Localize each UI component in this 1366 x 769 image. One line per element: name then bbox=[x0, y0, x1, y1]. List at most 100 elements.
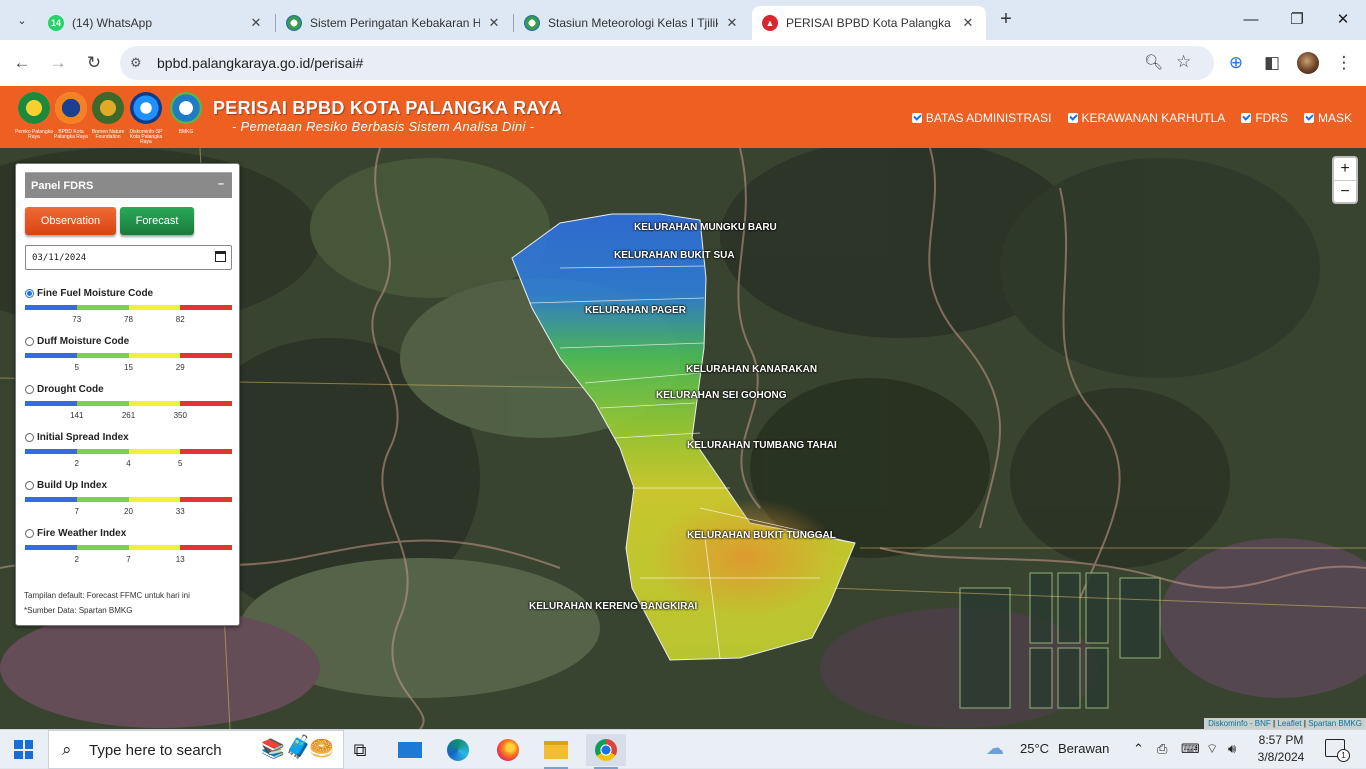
radio-icon[interactable] bbox=[25, 337, 34, 346]
checkbox-checked-icon[interactable] bbox=[1067, 113, 1078, 123]
index-option[interactable]: Fire Weather Index 2 7 13 bbox=[25, 528, 232, 572]
site-info-icon[interactable]: ⚙ bbox=[130, 55, 142, 71]
pemko-logo-icon bbox=[18, 92, 50, 124]
scale-tick-label: 33 bbox=[175, 507, 185, 516]
default-view-note: Tampilan default: Forecast FFMC untuk ha… bbox=[24, 591, 190, 600]
tab-search-chevron-icon[interactable]: ⌄ bbox=[8, 7, 36, 33]
edge-icon[interactable] bbox=[438, 734, 478, 766]
index-option[interactable]: Drought Code 141 261 350 bbox=[25, 384, 232, 428]
panel-header: Panel FDRS – bbox=[25, 172, 232, 198]
close-tab-icon[interactable]: ✕ bbox=[248, 15, 264, 31]
index-option[interactable]: Initial Spread Index 2 4 5 bbox=[25, 432, 232, 476]
volume-icon[interactable]: 🔊︎ bbox=[1228, 741, 1236, 757]
profile-avatar[interactable] bbox=[1297, 52, 1319, 74]
scale-segment bbox=[76, 545, 129, 550]
menu-kebab-icon[interactable]: ⋮ bbox=[1332, 51, 1356, 75]
zoom-magnifier-icon[interactable]: 🔍︎ bbox=[1144, 53, 1163, 71]
calendar-icon[interactable] bbox=[215, 251, 226, 262]
index-option[interactable]: Build Up Index 7 20 33 bbox=[25, 480, 232, 524]
radio-icon[interactable] bbox=[25, 385, 34, 394]
map-attribution: Diskominfo - BNF | Leaflet | Spartan BMK… bbox=[1204, 718, 1366, 729]
weather-description[interactable]: Berawan bbox=[1058, 741, 1109, 756]
index-label: Drought Code bbox=[37, 384, 104, 395]
checkbox-checked-icon[interactable] bbox=[1241, 113, 1252, 123]
forecast-button[interactable]: Forecast bbox=[120, 207, 194, 235]
language-icon[interactable]: ⌨ bbox=[1181, 741, 1200, 757]
scale-tick-label: 5 bbox=[74, 363, 79, 372]
show-hidden-icons-chevron-icon[interactable]: ⌃ bbox=[1133, 741, 1144, 757]
restore-window-icon[interactable]: ❐ bbox=[1274, 8, 1320, 32]
scale-tick-label: 20 bbox=[124, 507, 133, 516]
index-color-scale bbox=[25, 545, 232, 550]
reload-icon[interactable]: ↻ bbox=[82, 51, 106, 75]
close-tab-icon[interactable]: ✕ bbox=[960, 15, 976, 31]
fdrs-panel: Panel FDRS – Observation Forecast 03/11/… bbox=[15, 163, 240, 626]
layer-kerawanan-karhutla[interactable]: KERAWANAN KARHUTLA bbox=[1067, 111, 1226, 125]
partner-logos: Pemko Palangka Raya BPBD Kota Palangka R… bbox=[14, 90, 210, 145]
address-bar[interactable]: ⚙ bpbd.palangkaraya.go.id/perisai# 🔍︎ ☆ bbox=[120, 46, 1214, 80]
url-text[interactable]: bpbd.palangkaraya.go.id/perisai# bbox=[157, 55, 363, 71]
file-explorer-icon[interactable] bbox=[536, 734, 576, 769]
radio-icon[interactable] bbox=[25, 481, 34, 490]
windows-start-icon[interactable] bbox=[14, 740, 33, 759]
mail-icon[interactable] bbox=[390, 734, 430, 766]
tab-sipongi[interactable]: Sistem Peringatan Kebakaran H ✕ bbox=[276, 6, 512, 40]
data-source-note: *Sumber Data: Spartan BMKG bbox=[24, 606, 133, 615]
observation-button[interactable]: Observation bbox=[25, 207, 116, 235]
back-icon[interactable]: ← bbox=[10, 51, 34, 75]
kelurahan-label: KELURAHAN KERENG BANGKIRAI bbox=[529, 601, 698, 612]
side-panel-icon[interactable]: ◧ bbox=[1260, 51, 1284, 75]
index-option[interactable]: Fine Fuel Moisture Code 73 78 82 bbox=[25, 288, 232, 332]
zoom-out-button[interactable]: − bbox=[1334, 180, 1356, 202]
close-tab-icon[interactable]: ✕ bbox=[724, 15, 740, 31]
new-tab-icon[interactable]: + bbox=[994, 8, 1018, 32]
wifi-icon[interactable]: ⌔ bbox=[1206, 741, 1218, 757]
bookmark-star-icon[interactable]: ☆ bbox=[1176, 52, 1191, 72]
panel-minimize-button[interactable]: – bbox=[218, 178, 224, 190]
scale-segment bbox=[128, 545, 181, 550]
minimize-window-icon[interactable]: — bbox=[1228, 8, 1274, 32]
date-input[interactable]: 03/11/2024 bbox=[25, 245, 232, 270]
close-tab-icon[interactable]: ✕ bbox=[486, 15, 502, 31]
radio-icon[interactable] bbox=[25, 529, 34, 538]
scale-segment bbox=[25, 305, 77, 310]
radio-selected-icon[interactable] bbox=[25, 289, 34, 298]
scale-segment bbox=[25, 449, 77, 454]
kelurahan-label: KELURAHAN KANARAKAN bbox=[686, 364, 818, 375]
scale-segment bbox=[180, 401, 232, 406]
tab-perisai[interactable]: ▲ PERISAI BPBD Kota Palangka Ra ✕ bbox=[752, 6, 986, 40]
index-option[interactable]: Duff Moisture Code 5 15 29 bbox=[25, 336, 232, 380]
scale-segment bbox=[25, 353, 77, 358]
layer-batas-administrasi[interactable]: BATAS ADMINISTRASI bbox=[911, 111, 1052, 125]
firefox-icon[interactable] bbox=[488, 734, 528, 766]
layer-label: MASK bbox=[1317, 111, 1352, 125]
tab-whatsapp[interactable]: 14 (14) WhatsApp ✕ bbox=[38, 6, 274, 40]
tab-bmkg[interactable]: Stasiun Meteorologi Kelas I Tjilik ✕ bbox=[514, 6, 750, 40]
chrome-icon[interactable] bbox=[586, 734, 626, 769]
layer-mask[interactable]: MASK bbox=[1303, 111, 1352, 125]
index-color-scale bbox=[25, 353, 232, 358]
forward-icon[interactable]: → bbox=[46, 51, 70, 75]
layer-fdrs[interactable]: FDRS bbox=[1241, 111, 1288, 125]
kelurahan-label: KELURAHAN TUMBANG TAHAI bbox=[687, 440, 837, 451]
layer-label: KERAWANAN KARHUTLA bbox=[1081, 111, 1226, 125]
weather-temperature[interactable]: 25°C bbox=[1020, 741, 1049, 756]
date-value: 03/11/2024 bbox=[32, 253, 87, 263]
cloud-weather-icon[interactable]: ☁ bbox=[986, 738, 1004, 759]
download-icon[interactable]: ⊕ bbox=[1224, 51, 1248, 75]
notification-center-icon[interactable]: 1 bbox=[1325, 739, 1350, 762]
scale-tick-label: 73 bbox=[72, 315, 82, 324]
attribution-link[interactable]: Diskominfo - BNF bbox=[1208, 719, 1271, 728]
zoom-in-button[interactable]: + bbox=[1334, 158, 1356, 180]
checkbox-checked-icon[interactable] bbox=[1303, 113, 1314, 123]
radio-icon[interactable] bbox=[25, 433, 34, 442]
taskbar-search[interactable]: ⌕ Type here to search 📚 🧳 🥯 bbox=[48, 730, 344, 769]
task-view-icon[interactable]: ⧉ bbox=[340, 734, 380, 766]
scale-segment bbox=[25, 497, 77, 502]
attribution-link[interactable]: Leaflet bbox=[1277, 719, 1301, 728]
meet-now-icon[interactable]: ⎙ bbox=[1157, 741, 1167, 757]
checkbox-checked-icon[interactable] bbox=[911, 113, 922, 123]
attribution-link[interactable]: Spartan BMKG bbox=[1308, 719, 1362, 728]
close-window-icon[interactable]: ✕ bbox=[1320, 8, 1366, 32]
taskbar-clock[interactable]: 8:57 PM 3/8/2024 bbox=[1250, 732, 1312, 766]
